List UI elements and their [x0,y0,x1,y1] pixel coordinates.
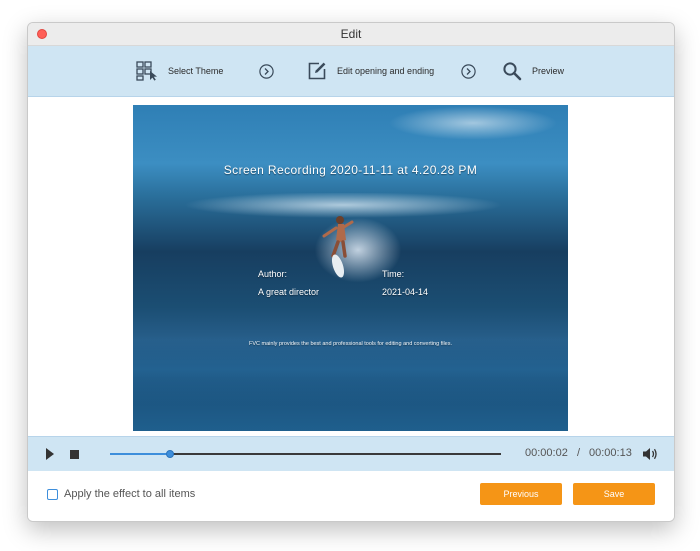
volume-icon[interactable] [642,446,658,462]
chevron-right-icon [461,64,476,79]
step-label: Edit opening and ending [337,66,435,76]
time-value: 2021-04-14 [382,287,429,297]
progress-track[interactable] [110,450,501,458]
title-bar: Edit [28,23,674,46]
surfer-figure [322,216,354,278]
tagline-text: FVC mainly provides the best and profess… [249,341,452,347]
progress-fill [110,453,171,455]
stop-button[interactable] [70,450,79,459]
apply-all-option[interactable]: Apply the effect to all items [47,488,195,500]
edit-window: Edit Select Theme Edit opening and endin… [27,22,675,522]
total-time: 00:00:13 [589,447,632,459]
time-label: Time: [382,269,405,279]
play-button[interactable] [45,447,55,461]
step-select-theme[interactable]: Select Theme [136,46,223,96]
step-toolbar: Select Theme Edit opening and ending Pre… [28,46,674,97]
step-label: Select Theme [168,66,224,76]
author-label: Author: [258,269,288,279]
apply-all-label: Apply the effect to all items [64,488,196,500]
select-theme-icon [136,61,157,81]
chevron-right-icon [259,64,274,79]
window-title: Edit [340,27,362,41]
player-controls: 00:00:02 / 00:00:13 [28,436,674,472]
step-label: Preview [532,66,565,76]
wave-foam [283,205,433,295]
footer-bar: Apply the effect to all items Previous S… [28,471,674,521]
video-preview[interactable]: Screen Recording 2020-11-11 at 4.20.28 P… [133,105,568,431]
apply-all-checkbox[interactable] [47,488,58,500]
edit-icon [308,62,326,80]
progress-handle[interactable] [166,450,175,458]
author-value: A great director [258,287,320,297]
previous-button[interactable]: Previous [480,483,562,505]
save-button[interactable]: Save [573,483,655,505]
time-separator: / [577,447,581,459]
search-icon [503,62,522,81]
current-time: 00:00:02 [525,447,568,459]
step-edit-opening-ending[interactable]: Edit opening and ending [307,46,434,96]
video-title-text: Screen Recording 2020-11-11 at 4.20.28 P… [223,163,478,177]
step-preview[interactable]: Preview [502,46,564,96]
